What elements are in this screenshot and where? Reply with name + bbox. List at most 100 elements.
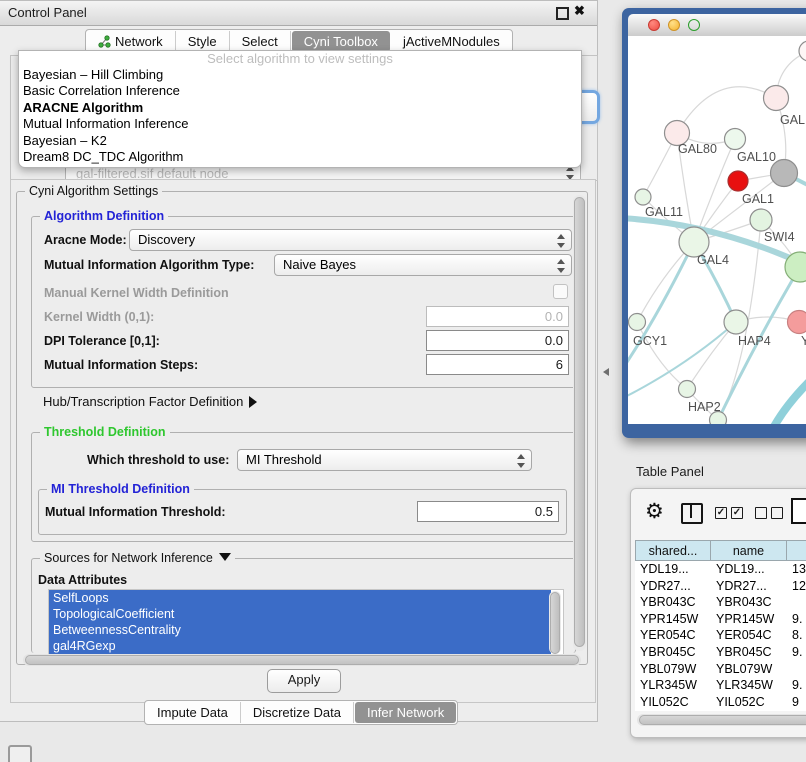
aracne-mode-combo[interactable]: Discovery <box>129 229 572 251</box>
gear-icon[interactable]: ⚙ <box>645 499 664 524</box>
table-row[interactable]: YLR345WYLR345W9. <box>635 677 806 694</box>
select-all-checkbox-icon[interactable]: ✓ <box>715 507 727 519</box>
dropdown-item[interactable]: Bayesian – K2 <box>19 133 581 149</box>
column-header-name[interactable]: name <box>711 540 787 561</box>
settings-vertical-scrollbar[interactable] <box>573 195 586 651</box>
node-label: GAL10 <box>737 150 776 164</box>
window-title: Control Panel <box>8 5 87 20</box>
network-canvas[interactable]: GAL GAL80 GAL10 GAL1 GAL11 SWI4 GAL4 GCY… <box>628 36 806 424</box>
mi-threshold-label: Mutual Information Threshold: <box>45 505 226 519</box>
node-label: GAL11 <box>645 205 683 219</box>
attribute-item[interactable]: TopologicalCoefficient <box>49 606 551 622</box>
table-header-row: shared... name <box>635 540 806 561</box>
node-red[interactable] <box>728 171 748 191</box>
which-threshold-combo[interactable]: MI Threshold <box>237 449 532 471</box>
deselect-checkbox-icon[interactable] <box>771 507 783 519</box>
page-icon[interactable] <box>791 498 806 524</box>
cyni-algorithm-settings-group: Cyni Algorithm Settings Algorithm Defini… <box>16 191 588 665</box>
table-row[interactable]: YDL19...YDL19...13 <box>635 561 806 578</box>
node-gal1[interactable] <box>750 209 772 231</box>
node-gcy1[interactable] <box>629 314 646 331</box>
node-gal-top[interactable] <box>764 86 789 111</box>
group-title: Algorithm Definition <box>40 209 168 223</box>
tab-impute-data[interactable]: Impute Data <box>145 702 241 723</box>
node-partial-top[interactable] <box>799 41 806 61</box>
which-threshold-label: Which threshold to use: <box>87 453 229 467</box>
node-hap4[interactable] <box>724 310 748 334</box>
mi-threshold-definition-group: MI Threshold Definition Mutual Informati… <box>38 489 567 535</box>
column-header-shared-name[interactable]: shared... <box>635 540 711 561</box>
apply-button[interactable]: Apply <box>267 669 341 693</box>
sources-toggle[interactable]: Sources for Network Inference <box>40 551 235 565</box>
network-window-titlebar <box>628 14 806 37</box>
select-all-checkbox-icon[interactable]: ✓ <box>731 507 743 519</box>
close-icon[interactable]: ✖ <box>574 3 585 19</box>
mi-steps-field[interactable]: 6 <box>426 354 569 375</box>
dropdown-item[interactable]: Dream8 DC_TDC Algorithm <box>19 149 581 165</box>
mi-algorithm-type-combo[interactable]: Naive Bayes <box>274 254 572 276</box>
settings-horizontal-scrollbar[interactable] <box>23 654 581 666</box>
node-salmon[interactable] <box>788 311 806 334</box>
group-title: Cyni Algorithm Settings <box>25 184 162 198</box>
combo-stepper-icon <box>565 166 574 180</box>
columns-icon[interactable] <box>681 503 703 524</box>
tab-label: Network <box>115 31 163 52</box>
table-row[interactable]: YBR043CYBR043C <box>635 594 806 611</box>
dpi-tolerance-field[interactable]: 0.0 <box>426 330 569 351</box>
tab-select[interactable]: Select <box>230 31 291 52</box>
table-row[interactable]: YER054CYER054C8. <box>635 627 806 644</box>
tab-jactivemnodules[interactable]: jActiveMNodules <box>391 31 512 52</box>
scrollbar-thumb[interactable] <box>550 592 560 654</box>
table-row[interactable]: YIL052CYIL052C9 <box>635 694 806 711</box>
node-gal10[interactable] <box>725 129 746 150</box>
threshold-definition-group: Threshold Definition Which threshold to … <box>31 432 576 542</box>
tab-style[interactable]: Style <box>176 31 230 52</box>
table-horizontal-scrollbar[interactable] <box>637 714 806 726</box>
node-hap2[interactable] <box>679 381 696 398</box>
scrollbar-thumb[interactable] <box>25 655 579 665</box>
tab-infer-network[interactable]: Infer Network <box>355 702 456 723</box>
table-row[interactable]: YDR27...YDR27...12 <box>635 578 806 595</box>
aracne-mode-label: Aracne Mode: <box>44 233 127 247</box>
node-gal11[interactable] <box>635 189 651 205</box>
scrollbar-thumb[interactable] <box>574 197 585 647</box>
dropdown-item[interactable]: Bayesian – Hill Climbing <box>19 67 581 83</box>
scrollbar-thumb[interactable] <box>639 715 806 725</box>
restore-icon[interactable] <box>556 7 569 20</box>
table-row[interactable]: YPR145WYPR145W9. <box>635 611 806 628</box>
kernel-width-field[interactable]: 0.0 <box>426 306 569 327</box>
dropdown-item-selected[interactable]: ARACNE Algorithm <box>19 100 581 116</box>
combo-stepper-icon <box>556 259 565 273</box>
dropdown-item[interactable]: Mutual Information Inference <box>19 116 581 132</box>
data-attributes-list[interactable]: SelfLoops TopologicalCoefficient Between… <box>48 589 564 657</box>
table-panel-window: ⚙ ✓ ✓ shared... name YDL19...YDL19...13 … <box>630 488 806 738</box>
column-header-partial[interactable] <box>787 540 806 561</box>
table-row[interactable]: YBR045CYBR045C9. <box>635 644 806 661</box>
mi-threshold-field[interactable]: 0.5 <box>417 501 559 522</box>
close-traffic-light[interactable] <box>648 19 660 31</box>
table-row[interactable]: YBL079WYBL079W <box>635 661 806 678</box>
minimized-panel-icon[interactable] <box>8 745 32 762</box>
attributes-vertical-scrollbar[interactable] <box>549 591 561 654</box>
deselect-checkbox-icon[interactable] <box>755 507 767 519</box>
attribute-item[interactable]: BetweennessCentrality <box>49 622 551 638</box>
network-view-window: GAL GAL80 GAL10 GAL1 GAL11 SWI4 GAL4 GCY… <box>622 8 806 438</box>
hub-tf-definition-toggle[interactable]: Hub/Transcription Factor Definition <box>43 394 257 409</box>
network-graph: GAL GAL80 GAL10 GAL1 GAL11 SWI4 GAL4 GCY… <box>628 36 806 424</box>
minimize-traffic-light[interactable] <box>668 19 680 31</box>
splitpane-collapse-arrow[interactable] <box>603 368 609 376</box>
zoom-traffic-light[interactable] <box>688 19 700 31</box>
manual-kernel-checkbox[interactable] <box>553 284 568 299</box>
tab-cyni-toolbox[interactable]: Cyni Toolbox <box>292 31 390 52</box>
network-icon <box>98 35 111 48</box>
node-label: HAP4 <box>738 334 771 348</box>
tab-discretize-data[interactable]: Discretize Data <box>241 702 354 723</box>
attribute-item[interactable]: gal4RGexp <box>49 638 551 654</box>
dropdown-item[interactable]: Basic Correlation Inference <box>19 83 581 99</box>
control-panel-titlebar: Control Panel ✖ <box>0 1 597 26</box>
network-labels: GAL GAL80 GAL10 GAL1 GAL11 SWI4 GAL4 GCY… <box>633 113 806 414</box>
node-label: Y <box>801 334 806 348</box>
dropdown-placeholder: Select algorithm to view settings <box>19 51 581 67</box>
attribute-item[interactable]: SelfLoops <box>49 590 551 606</box>
tab-network[interactable]: Network <box>86 31 176 52</box>
